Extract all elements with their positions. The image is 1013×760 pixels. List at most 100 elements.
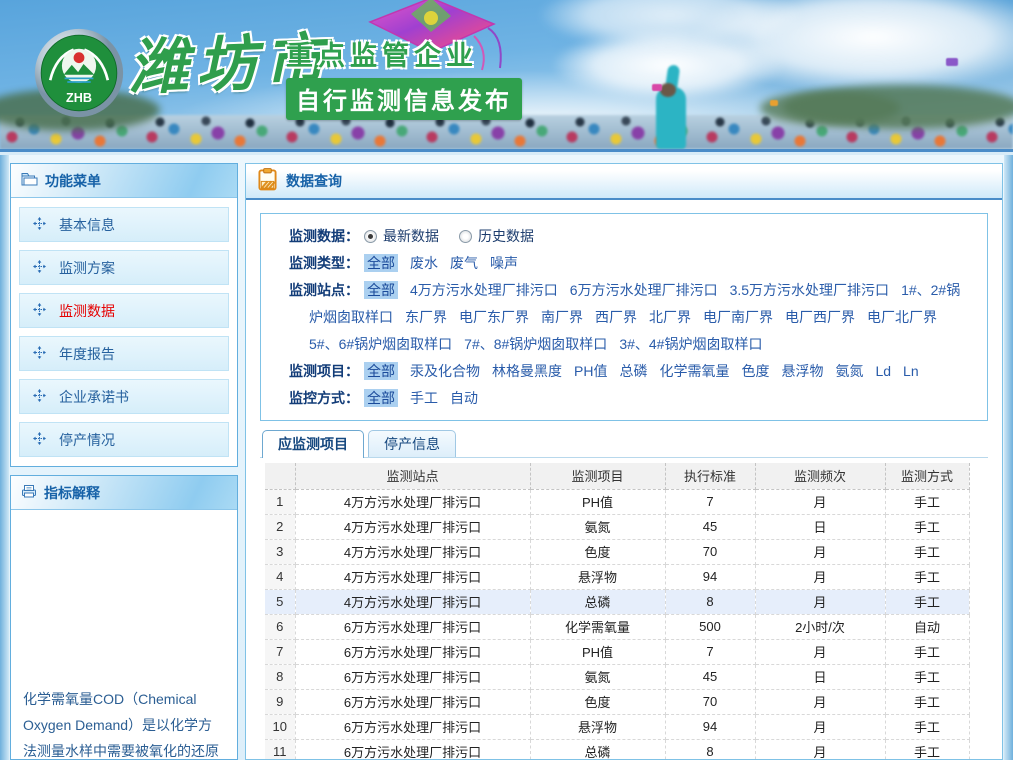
table-row[interactable]: 14万方污水处理厂排污口PH值7月手工: [265, 489, 969, 514]
table-cell: 6万方污水处理厂排污口: [295, 664, 530, 689]
filter-option-link[interactable]: 6万方污水处理厂排污口: [570, 282, 718, 298]
main-header: 数据查询: [246, 164, 1002, 200]
sidebar-item-企业承诺书[interactable]: 企业承诺书: [19, 379, 229, 414]
page-left-edge: [0, 155, 9, 760]
filter-label: 监控方式：: [289, 390, 359, 406]
table-cell: 手工: [885, 489, 969, 514]
radio-option[interactable]: 历史数据: [459, 228, 534, 244]
table-cell: 月: [755, 689, 885, 714]
filter-option-link[interactable]: 汞及化合物: [410, 363, 480, 379]
filter-option-link[interactable]: 全部: [364, 389, 398, 407]
filter-option-link[interactable]: 3.5万方污水处理厂排污口: [730, 282, 889, 298]
folder-icon: [21, 172, 38, 189]
table-row[interactable]: 86万方污水处理厂排污口氨氮45日手工: [265, 664, 969, 689]
filter-option-link[interactable]: 电厂东厂界: [459, 309, 529, 325]
table-row[interactable]: 66万方污水处理厂排污口化学需氧量5002小时/次自动: [265, 614, 969, 639]
filter-option-link[interactable]: 色度: [741, 363, 769, 379]
row-number-cell: 1: [265, 489, 295, 514]
filter-option-link[interactable]: PH值: [574, 363, 607, 379]
filter-option-link[interactable]: 自动: [450, 390, 478, 406]
row-number-cell: 5: [265, 589, 295, 614]
table-cell: 手工: [885, 664, 969, 689]
table-row[interactable]: 44万方污水处理厂排污口悬浮物94月手工: [265, 564, 969, 589]
filter-option-link[interactable]: 全部: [364, 281, 398, 299]
move-arrows-icon: [33, 260, 46, 276]
filter-option-link[interactable]: 全部: [364, 362, 398, 380]
radio-checked-icon[interactable]: [364, 230, 377, 243]
tab-停产信息[interactable]: 停产信息: [368, 430, 456, 457]
indicator-scrolling-text: 化学需氧量COD（Chemical Oxygen Demand）是以化学方法测量…: [23, 686, 225, 760]
filter-option-link[interactable]: 手工: [410, 390, 438, 406]
column-header: 监测方式: [885, 463, 969, 489]
filter-option-link[interactable]: 化学需氧量: [659, 363, 729, 379]
table-row[interactable]: 34万方污水处理厂排污口色度70月手工: [265, 539, 969, 564]
sidebar-menu: 基本信息监测方案监测数据年度报告企业承诺书停产情况: [11, 198, 237, 466]
sidebar-item-基本信息[interactable]: 基本信息: [19, 207, 229, 242]
table-row[interactable]: 106万方污水处理厂排污口悬浮物94月手工: [265, 714, 969, 739]
filter-option-link[interactable]: 废气: [450, 255, 478, 271]
table-row[interactable]: 76万方污水处理厂排污口PH值7月手工: [265, 639, 969, 664]
filter-option-link[interactable]: 3#、4#锅炉烟囱取样口: [619, 336, 762, 352]
filter-row: 监控方式： 全部手工自动: [289, 385, 971, 412]
filter-option-link[interactable]: 总磷: [619, 363, 647, 379]
filter-label: 监测站点：: [289, 282, 359, 298]
sidebar-item-停产情况[interactable]: 停产情况: [19, 422, 229, 457]
row-number-cell: 7: [265, 639, 295, 664]
sidebar-item-年度报告[interactable]: 年度报告: [19, 336, 229, 371]
filter-option-link[interactable]: 电厂北厂界: [867, 309, 937, 325]
small-kite: [652, 84, 662, 91]
row-number-cell: 4: [265, 564, 295, 589]
filter-option-link[interactable]: 废水: [410, 255, 438, 271]
query-filter-box: 监测数据：最新数据历史数据监测类型：全部废水废气噪声监测站点：全部4万方污水处理…: [260, 213, 988, 421]
sidebar-item-监测数据[interactable]: 监测数据: [19, 293, 229, 328]
move-arrows-icon: [33, 217, 46, 233]
move-arrows-icon: [33, 432, 46, 448]
filter-option-link[interactable]: 全部: [364, 254, 398, 272]
row-number-cell: 11: [265, 739, 295, 760]
table-cell: 手工: [885, 514, 969, 539]
filter-option-link[interactable]: 7#、8#锅炉烟囱取样口: [464, 336, 607, 352]
filter-option-link[interactable]: Ln: [903, 363, 919, 379]
tab-应监测项目[interactable]: 应监测项目: [262, 430, 364, 458]
table-cell: 94: [665, 564, 755, 589]
radio-option[interactable]: 最新数据: [364, 228, 439, 244]
table-row[interactable]: 96万方污水处理厂排污口色度70月手工: [265, 689, 969, 714]
content-area: 功能菜单 基本信息监测方案监测数据年度报告企业承诺书停产情况 指标解释: [0, 155, 1013, 760]
filter-option-link[interactable]: 林格曼黑度: [492, 363, 562, 379]
filter-option-link[interactable]: 4万方污水处理厂排污口: [410, 282, 558, 298]
table-cell: PH值: [530, 489, 665, 514]
table-cell: 月: [755, 739, 885, 760]
table-cell: 月: [755, 589, 885, 614]
filter-option-link[interactable]: 西厂界: [595, 309, 637, 325]
filter-row: 监测类型：全部废水废气噪声: [289, 250, 971, 277]
table-cell: 手工: [885, 739, 969, 760]
table-cell: 94: [665, 714, 755, 739]
table-cell: 手工: [885, 689, 969, 714]
sidebar-item-监测方案[interactable]: 监测方案: [19, 250, 229, 285]
filter-option-link[interactable]: 氨氮: [835, 363, 863, 379]
book-icon: [21, 484, 37, 501]
row-number-cell: 3: [265, 539, 295, 564]
filter-option-link[interactable]: Ld: [875, 363, 891, 379]
sidebar-item-label: 停产情况: [59, 430, 115, 450]
column-header: 监测站点: [295, 463, 530, 489]
table-row[interactable]: 24万方污水处理厂排污口氨氮45日手工: [265, 514, 969, 539]
table-cell: 手工: [885, 589, 969, 614]
table-cell: 6万方污水处理厂排污口: [295, 614, 530, 639]
filter-option-link[interactable]: 电厂南厂界: [703, 309, 773, 325]
radio-unchecked-icon[interactable]: [459, 230, 472, 243]
filter-option-link[interactable]: 噪声: [490, 255, 518, 271]
clipboard-icon: [258, 168, 277, 194]
column-header: 监测项目: [530, 463, 665, 489]
row-number-cell: 10: [265, 714, 295, 739]
table-row[interactable]: 54万方污水处理厂排污口总磷8月手工: [265, 589, 969, 614]
filter-option-link[interactable]: 东厂界: [405, 309, 447, 325]
table-cell: 手工: [885, 539, 969, 564]
filter-option-link[interactable]: 南厂界: [541, 309, 583, 325]
table-row[interactable]: 116万方污水处理厂排污口总磷8月手工: [265, 739, 969, 760]
filter-row: 监测数据：最新数据历史数据: [289, 223, 971, 250]
filter-option-link[interactable]: 5#、6#锅炉烟囱取样口: [309, 336, 452, 352]
filter-option-link[interactable]: 电厂西厂界: [785, 309, 855, 325]
filter-option-link[interactable]: 悬浮物: [781, 363, 823, 379]
filter-option-link[interactable]: 北厂界: [649, 309, 691, 325]
